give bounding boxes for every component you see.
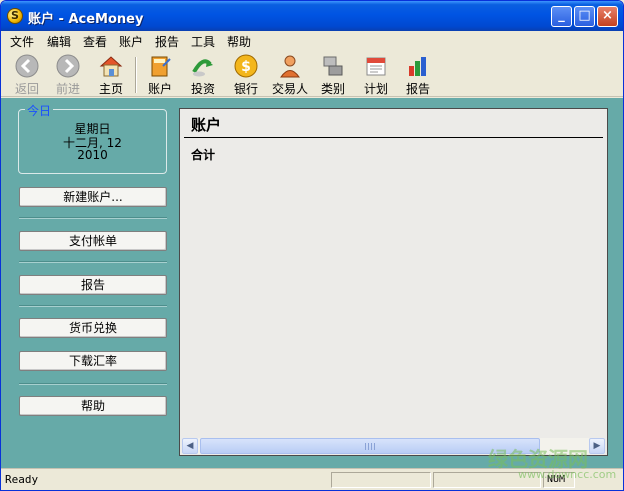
investment-label: 投资	[190, 82, 215, 96]
payees-button[interactable]: 交易人	[269, 54, 311, 96]
sidebar-separator	[19, 261, 167, 263]
payee-person-icon	[280, 55, 300, 78]
toolbar-separator	[135, 57, 137, 93]
help-sidebar-button[interactable]: 帮助	[19, 396, 167, 416]
maximize-icon: □	[578, 8, 591, 23]
scroll-grip-icon	[365, 443, 375, 450]
accounts-content-pane: 账户 合计 ◀ ▶	[179, 108, 608, 456]
page-title: 账户	[191, 116, 222, 134]
minimize-button[interactable]: _	[551, 6, 572, 27]
reports-label: 报告	[405, 82, 430, 96]
home-label: 主页	[98, 82, 123, 96]
bank-button[interactable]: $ 银行	[226, 54, 266, 96]
scroll-left-button[interactable]: ◀	[182, 438, 198, 454]
accounts-label: 账户	[147, 82, 172, 96]
categories-label: 类别	[320, 82, 345, 96]
bank-coin-icon: $	[234, 54, 258, 78]
close-button[interactable]: ×	[597, 6, 618, 27]
watermark-url: www.downcc.com	[518, 468, 617, 481]
payees-label: 交易人	[271, 82, 308, 96]
report-chart-icon	[409, 57, 426, 76]
bank-label: 银行	[233, 82, 258, 96]
svg-text:$: $	[241, 59, 251, 75]
today-legend: 今日	[25, 102, 54, 119]
new-account-button[interactable]: 新建账户...	[19, 187, 167, 207]
menu-edit[interactable]: 编辑	[47, 33, 71, 50]
schedule-button[interactable]: 计划	[356, 54, 396, 96]
minimize-icon: _	[558, 8, 565, 23]
back-label: 返回	[14, 82, 39, 96]
ledger-book-icon	[151, 56, 171, 77]
reports-button[interactable]: 报告	[398, 54, 438, 96]
home-button[interactable]: 主页	[91, 54, 131, 96]
category-blocks-icon	[323, 56, 343, 76]
back-button[interactable]: 返回	[7, 54, 47, 96]
total-label: 合计	[191, 148, 216, 162]
window-title: 账户 - AceMoney	[28, 12, 144, 27]
status-text: Ready	[5, 473, 39, 486]
maximize-button[interactable]: □	[574, 6, 595, 27]
sidebar-separator	[19, 305, 167, 307]
title-bar[interactable]: S 账户 - AceMoney _ □ ×	[1, 1, 623, 31]
chevron-left-icon: ◀	[186, 441, 194, 451]
menu-tools[interactable]: 工具	[191, 33, 215, 50]
categories-button[interactable]: 类别	[313, 54, 353, 96]
calendar-icon	[366, 57, 386, 76]
sidebar-separator	[19, 383, 167, 385]
sidebar-separator	[19, 217, 167, 219]
menu-file[interactable]: 文件	[10, 33, 34, 50]
menu-help[interactable]: 帮助	[227, 33, 251, 50]
pay-bills-button[interactable]: 支付帐单	[19, 231, 167, 251]
currency-exchange-button[interactable]: 货币兑换	[19, 318, 167, 338]
investment-button[interactable]: 投资	[183, 54, 223, 96]
investment-arrow-icon	[192, 59, 213, 77]
close-icon: ×	[602, 8, 613, 23]
toolbar: 返回 前进 主页 账户 投资 $ 银行 交易人 类别 计划 报告	[1, 51, 623, 97]
main-area: 今日 星期日 十二月, 12 2010 新建账户... 支付帐单 报告 货币兑换…	[1, 98, 623, 468]
menu-bar: 文件 编辑 查看 账户 报告 工具 帮助	[1, 31, 623, 51]
watermark: 绿色资源网 www.downcc.com	[488, 443, 617, 483]
app-window: S 账户 - AceMoney _ □ × 文件 编辑 查看 账户 报告 工具 …	[0, 0, 624, 491]
today-year: 2010	[77, 148, 108, 162]
today-panel: 今日 星期日 十二月, 12 2010	[18, 102, 167, 174]
menu-report[interactable]: 报告	[155, 33, 179, 50]
menu-account[interactable]: 账户	[119, 33, 143, 50]
reports-sidebar-button[interactable]: 报告	[19, 275, 167, 295]
schedule-label: 计划	[363, 82, 388, 96]
status-panel	[331, 472, 431, 488]
acemoney-app-icon[interactable]: S	[7, 8, 23, 24]
forward-arrow-icon	[56, 54, 80, 78]
forward-label: 前进	[55, 82, 80, 96]
download-rates-button[interactable]: 下载汇率	[19, 351, 167, 371]
title-divider	[184, 137, 603, 138]
accounts-button[interactable]: 账户	[140, 54, 180, 96]
menu-view[interactable]: 查看	[83, 33, 107, 50]
home-icon	[99, 56, 123, 77]
back-arrow-icon	[15, 54, 39, 78]
forward-button[interactable]: 前进	[48, 54, 88, 96]
